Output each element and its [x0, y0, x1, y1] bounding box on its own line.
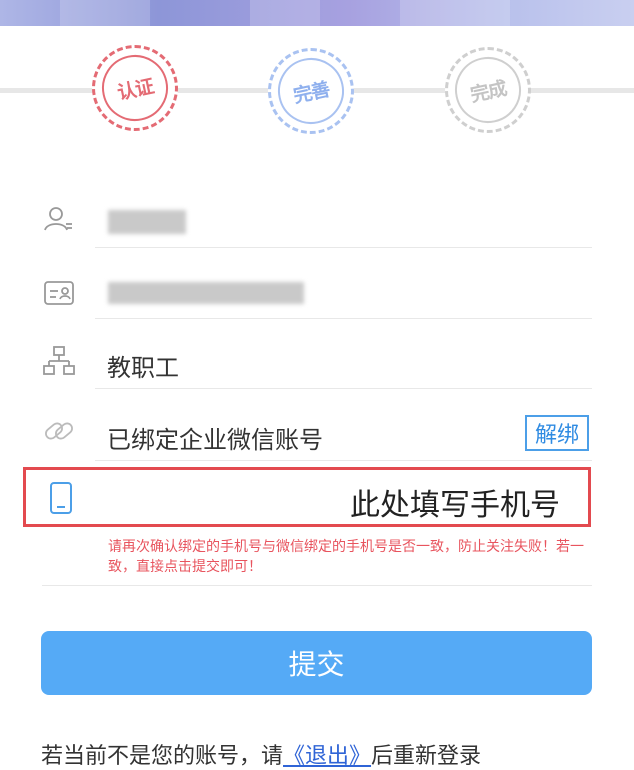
name-row [42, 200, 592, 246]
step-finish-stamp: 完成 [445, 47, 531, 133]
wechat-binding-status: 已绑定企业微信账号 [107, 426, 323, 454]
step-complete-info-label: 完善 [271, 51, 351, 131]
link-icon [45, 422, 73, 440]
phone-hint-text: 请再次确认绑定的手机号与微信绑定的手机号是否一致，防止关注失败！若一致，直接点击… [108, 539, 584, 575]
phone-input-field[interactable]: 此处填写手机号 [23, 467, 591, 527]
id-number-value-redacted [108, 282, 304, 304]
id-card-icon [44, 281, 74, 305]
footer-suffix: 后重新登录 [371, 744, 482, 769]
divider [95, 460, 592, 461]
step-complete-info-stamp: 完善 [268, 48, 354, 134]
identity-row: 教职工 [42, 342, 592, 388]
step-verify-stamp: 认证 [92, 45, 178, 131]
phone-input-placeholder: 此处填写手机号 [350, 488, 560, 523]
divider [95, 318, 592, 319]
divider [95, 247, 592, 248]
top-banner [0, 0, 634, 26]
footer-relogin-note: 若当前不是您的账号，请《退出》后重新登录 [41, 738, 481, 770]
identity-value: 教职工 [107, 354, 179, 382]
id-number-row [42, 272, 592, 318]
user-icon [44, 207, 72, 231]
step-finish-label: 完成 [448, 50, 528, 130]
wechat-binding-row: 已绑定企业微信账号 [42, 412, 592, 458]
phone-icon [50, 482, 72, 514]
divider [42, 585, 592, 586]
step-verify-label: 认证 [95, 48, 175, 128]
unbind-button[interactable]: 解绑 [525, 415, 589, 451]
divider [95, 388, 592, 389]
submit-button[interactable]: 提交 [41, 631, 592, 695]
footer-prefix: 若当前不是您的账号，请 [41, 744, 284, 769]
org-icon [43, 346, 75, 375]
name-value-redacted [108, 210, 186, 234]
logout-link[interactable]: 《退出》 [283, 744, 371, 769]
